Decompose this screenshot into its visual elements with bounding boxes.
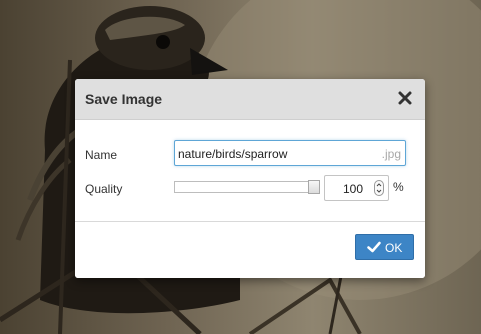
quality-label: Quality: [85, 182, 123, 196]
checkmark-icon: [367, 241, 381, 253]
spinner-arrows-icon: [376, 183, 382, 193]
name-input[interactable]: nature/birds/sparrow .jpg: [174, 140, 406, 166]
save-image-dialog: Save Image Name nature/birds/sparrow .jp…: [75, 79, 425, 278]
file-extension: .jpg: [381, 147, 401, 161]
quality-value: 100: [342, 182, 363, 196]
quality-slider-handle[interactable]: [308, 180, 320, 194]
dialog-title: Save Image: [85, 91, 163, 107]
name-label: Name: [85, 148, 118, 162]
dialog-footer: OK: [75, 221, 425, 278]
quality-input[interactable]: 100: [324, 175, 389, 201]
dialog-header: Save Image: [75, 79, 425, 120]
quality-unit: %: [393, 180, 404, 194]
close-button[interactable]: [395, 88, 415, 108]
name-value: nature/birds/sparrow: [178, 147, 288, 161]
quality-slider-track[interactable]: [174, 181, 320, 193]
close-icon: [398, 91, 412, 105]
ok-button[interactable]: OK: [355, 234, 414, 260]
ok-label: OK: [385, 241, 403, 255]
quality-spinner[interactable]: [374, 180, 384, 196]
